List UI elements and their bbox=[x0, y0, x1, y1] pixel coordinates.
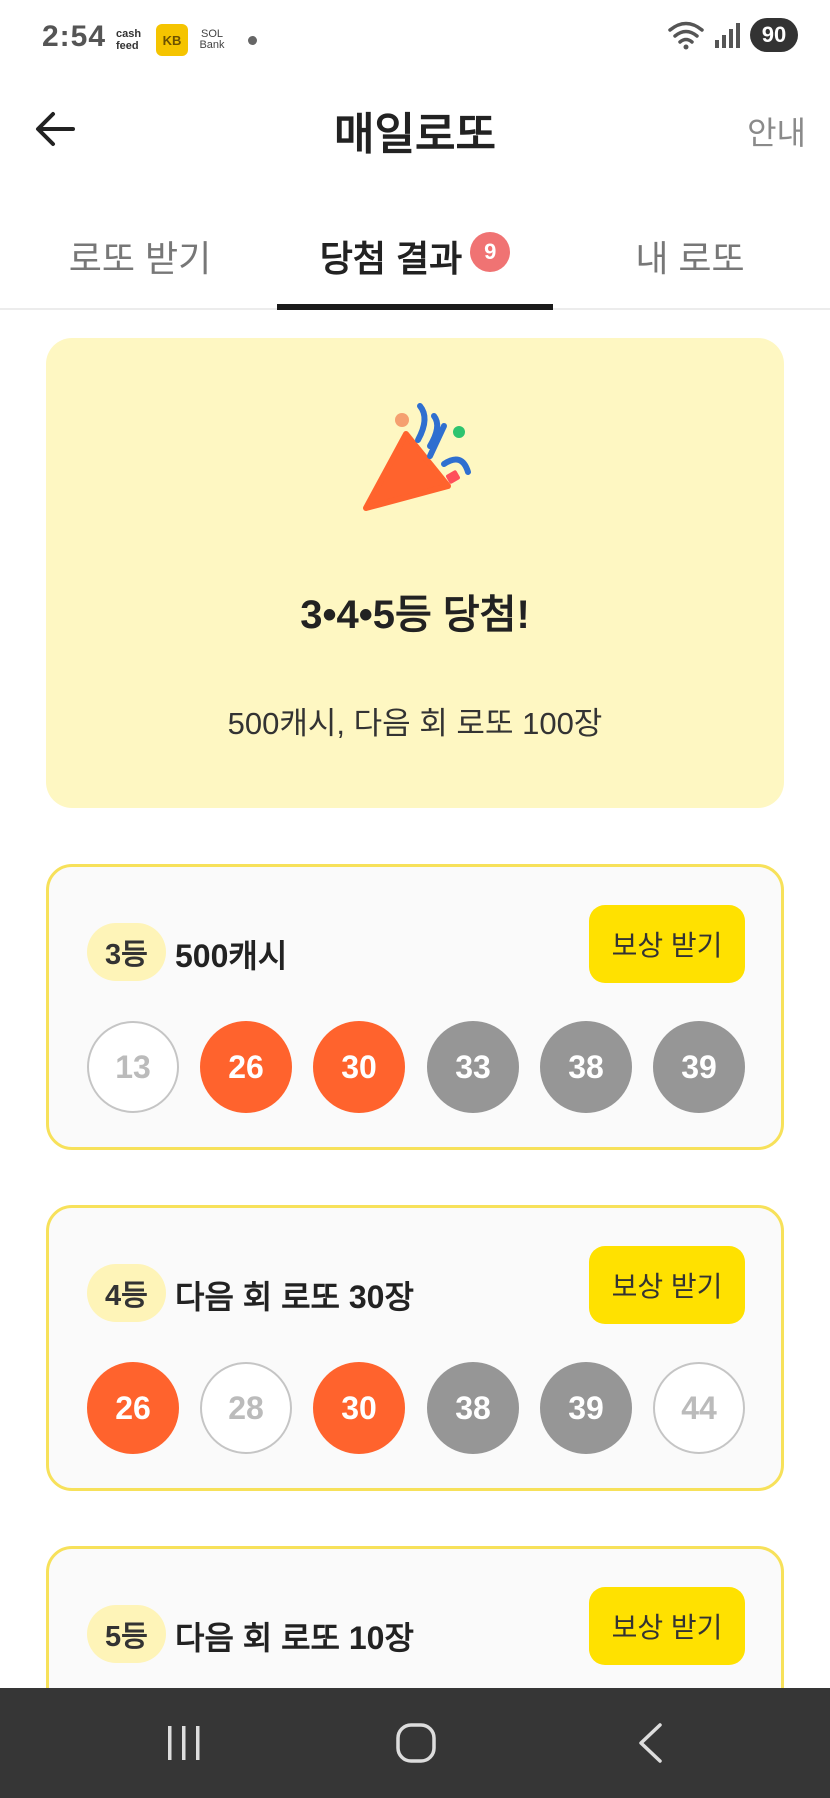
lotto-ball: 39 bbox=[653, 1021, 745, 1113]
lotto-ball: 38 bbox=[427, 1362, 519, 1454]
status-bar: 2:54 cash feed KB SOL Bank 90 bbox=[0, 0, 830, 80]
win-summary-banner: 3•4•5등 당첨! 500캐시, 다음 회 로또 100장 bbox=[46, 338, 784, 808]
lotto-ball: 33 bbox=[427, 1021, 519, 1113]
win-summary-subtitle: 500캐시, 다음 회 로또 100장 bbox=[227, 706, 603, 741]
lotto-ball: 13 bbox=[87, 1021, 179, 1113]
status-time: 2:54 bbox=[42, 20, 107, 53]
tab-label: 당첨 결과 bbox=[319, 238, 463, 279]
kb-notification-icon: KB bbox=[156, 24, 188, 56]
cashfeed-notification-icon: cash feed bbox=[116, 28, 142, 52]
tab-bar: 로또 받기 당첨 결과 9 내 로또 bbox=[0, 210, 830, 310]
recent-apps-icon bbox=[168, 1726, 200, 1760]
lotto-ball: 44 bbox=[653, 1362, 745, 1454]
lotto-number-row: 13 26 30 33 38 39 bbox=[87, 1021, 745, 1113]
back-icon bbox=[639, 1723, 662, 1763]
system-icons: 90 bbox=[668, 18, 798, 52]
party-popper-icon bbox=[363, 403, 471, 511]
lotto-ball: 28 bbox=[200, 1362, 292, 1454]
claim-reward-button[interactable]: 보상 받기 bbox=[589, 1587, 745, 1665]
rank-badge: 3등 bbox=[87, 923, 166, 981]
lotto-ball: 39 bbox=[540, 1362, 632, 1454]
rank-badge: 5등 bbox=[87, 1605, 166, 1663]
battery-indicator: 90 bbox=[750, 18, 798, 52]
prize-label: 500캐시 bbox=[175, 938, 288, 974]
lotto-ball: 30 bbox=[313, 1021, 405, 1113]
tab-label: 내 로또 bbox=[635, 238, 745, 279]
notification-icons: cash feed KB SOL Bank bbox=[116, 22, 257, 58]
home-icon bbox=[396, 1723, 436, 1763]
prize-label: 다음 회 로또 30장 bbox=[175, 1279, 414, 1315]
tab-my-lotto[interactable]: 내 로또 bbox=[580, 210, 800, 310]
claim-reward-button[interactable]: 보상 받기 bbox=[589, 1246, 745, 1324]
recent-apps-button[interactable] bbox=[124, 1688, 244, 1798]
home-button[interactable] bbox=[356, 1688, 476, 1798]
rank-badge: 4등 bbox=[87, 1264, 166, 1322]
tab-results[interactable]: 당첨 결과 9 bbox=[277, 210, 553, 310]
app-header: 매일로또 안내 bbox=[0, 80, 830, 176]
active-tab-indicator bbox=[277, 304, 553, 310]
prize-label: 다음 회 로또 10장 bbox=[175, 1620, 414, 1656]
prize-card-3rd: 3등 500캐시 보상 받기 13 26 30 33 38 39 bbox=[46, 864, 784, 1150]
claim-reward-button[interactable]: 보상 받기 bbox=[589, 905, 745, 983]
lotto-ball: 38 bbox=[540, 1021, 632, 1113]
lotto-ball: 26 bbox=[87, 1362, 179, 1454]
cellular-signal-icon bbox=[715, 23, 740, 48]
system-navigation-bar bbox=[0, 1688, 830, 1798]
win-summary-title: 3•4•5등 당첨! bbox=[300, 593, 530, 637]
more-notifications-dot-icon bbox=[248, 35, 257, 45]
prize-card-4th: 4등 다음 회 로또 30장 보상 받기 26 28 30 38 39 44 bbox=[46, 1205, 784, 1491]
wifi-icon bbox=[668, 21, 704, 50]
tab-get-lotto[interactable]: 로또 받기 bbox=[30, 210, 250, 310]
lotto-number-row: 26 28 30 38 39 44 bbox=[87, 1362, 745, 1454]
lotto-ball: 26 bbox=[200, 1021, 292, 1113]
sol-bank-notification-icon: SOL Bank bbox=[199, 28, 225, 51]
lotto-ball: 30 bbox=[313, 1362, 405, 1454]
guide-button[interactable]: 안내 bbox=[747, 108, 806, 154]
results-count-badge: 9 bbox=[470, 232, 511, 272]
tab-label: 로또 받기 bbox=[68, 238, 212, 279]
system-back-button[interactable] bbox=[590, 1688, 710, 1798]
page-title: 매일로또 bbox=[334, 110, 496, 159]
